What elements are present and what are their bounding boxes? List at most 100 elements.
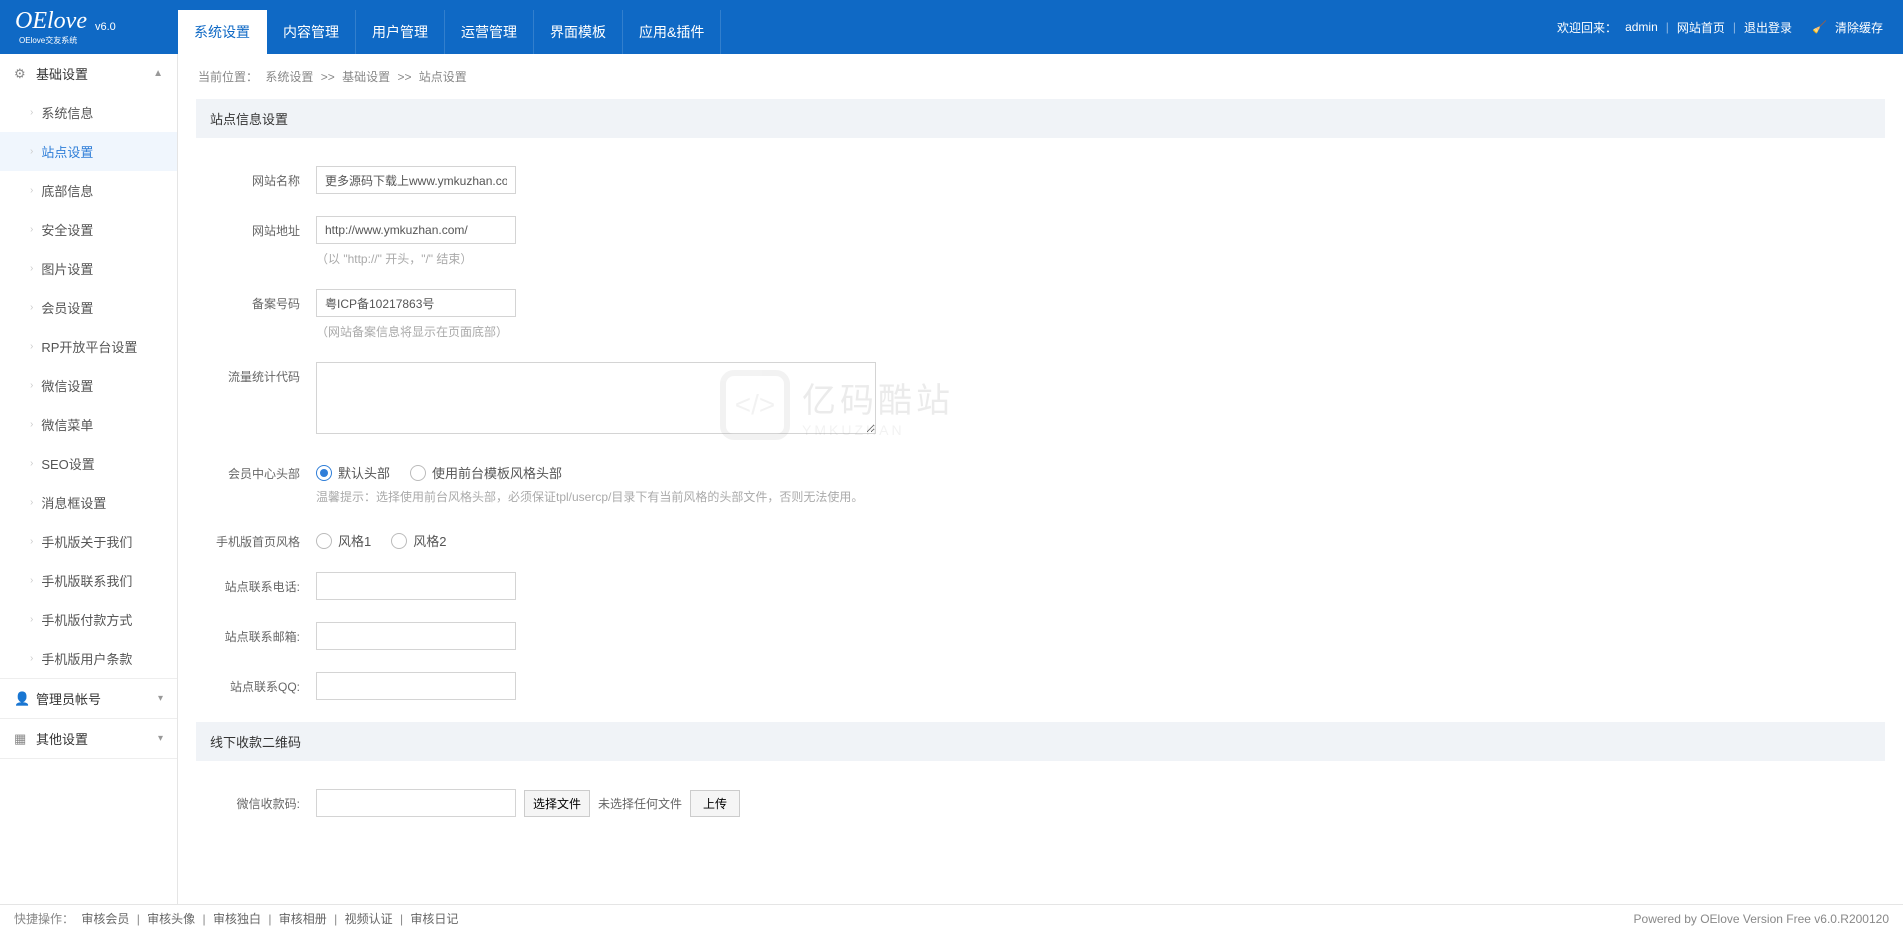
sidebar-item-rp-platform[interactable]: ›RP开放平台设置 [0,327,177,366]
footer-link-audit-album[interactable]: 审核相册 [279,912,327,926]
footer-link-audit-member[interactable]: 审核会员 [81,912,129,926]
side-group-label: 基础设置 [36,64,88,83]
chevron-right-icon: › [30,107,33,118]
sidebar-item-mobile-payment[interactable]: ›手机版付款方式 [0,600,177,639]
radio-icon [316,533,332,549]
footer-link-video-cert[interactable]: 视频认证 [345,912,393,926]
sidebar-item-wechat[interactable]: ›微信设置 [0,366,177,405]
label-mobile-style: 手机版首页风格 [196,527,316,550]
logout-link[interactable]: 退出登录 [1744,19,1792,36]
radio-icon [316,465,332,481]
sidebar-item-msgbox[interactable]: ›消息框设置 [0,483,177,522]
phone-input[interactable] [316,572,516,600]
label-member-head: 会员中心头部 [196,459,316,482]
main-content: 当前位置： 系统设置 >> 基础设置 >> 站点设置 站点信息设置 网站名称 网… [178,54,1903,904]
tab-user-mgmt[interactable]: 用户管理 [356,10,445,54]
user-icon: 👤 [14,691,28,707]
chevron-right-icon: › [30,263,33,274]
chevron-right-icon: › [30,341,33,352]
sidebar-item-footer-info[interactable]: ›底部信息 [0,171,177,210]
side-group-admin[interactable]: 👤 管理员帐号 ▾ [0,679,177,718]
logo: OElove OElove交友系统 v6.0 [0,8,178,46]
label-wechat-pay: 微信收款码: [196,789,316,812]
logo-text: OElove [15,8,87,34]
version-label: v6.0 [95,21,116,33]
chevron-right-icon: › [30,497,33,508]
chevron-right-icon: › [30,302,33,313]
breadcrumb: 当前位置： 系统设置 >> 基础设置 >> 站点设置 [196,54,1885,99]
footer-prefix: 快捷操作： [14,912,74,926]
side-group-label: 管理员帐号 [36,689,101,708]
top-header: OElove OElove交友系统 v6.0 系统设置 内容管理 用户管理 运营… [0,0,1903,54]
chevron-right-icon: › [30,458,33,469]
home-link[interactable]: 网站首页 [1677,19,1725,36]
side-group-other[interactable]: ▦ 其他设置 ▾ [0,719,177,758]
label-stats: 流量统计代码 [196,362,316,385]
clear-cache-link[interactable]: 清除缓存 [1835,19,1883,36]
chevron-right-icon: › [30,536,33,547]
tab-apps-plugins[interactable]: 应用&插件 [623,10,721,54]
upload-button[interactable]: 上传 [690,790,740,817]
tab-operations[interactable]: 运营管理 [445,10,534,54]
main-nav: 系统设置 内容管理 用户管理 运营管理 界面模板 应用&插件 [178,0,721,54]
sidebar-item-mobile-about[interactable]: ›手机版关于我们 [0,522,177,561]
radio-style1[interactable]: 风格1 [316,531,371,550]
footer: 快捷操作： 审核会员 | 审核头像 | 审核独白 | 审核相册 | 视频认证 |… [0,904,1903,932]
hint-icp: （网站备案信息将显示在页面底部） [316,323,1885,340]
label-phone: 站点联系电话: [196,572,316,595]
chevron-right-icon: › [30,224,33,235]
sidebar-item-system-info[interactable]: ›系统信息 [0,93,177,132]
icp-input[interactable] [316,289,516,317]
welcome-text: 欢迎回来： [1557,19,1617,36]
header-right: 欢迎回来： admin | 网站首页 | 退出登录 🧹 清除缓存 [1557,19,1903,36]
chevron-right-icon: › [30,185,33,196]
sidebar-item-wechat-menu[interactable]: ›微信菜单 [0,405,177,444]
grid-icon: ▦ [14,731,28,747]
side-group-basic[interactable]: ⚙ 基础设置 ▲ [0,54,177,93]
sidebar-item-site-settings[interactable]: ›站点设置 [0,132,177,171]
radio-icon [391,533,407,549]
chevron-right-icon: › [30,575,33,586]
broom-icon: 🧹 [1812,20,1827,34]
sidebar-item-image[interactable]: ›图片设置 [0,249,177,288]
chevron-down-icon: ▾ [158,693,163,704]
chevron-right-icon: › [30,653,33,664]
wechat-pay-input[interactable] [316,789,516,817]
email-input[interactable] [316,622,516,650]
sidebar-item-member[interactable]: ›会员设置 [0,288,177,327]
file-status-text: 未选择任何文件 [598,795,682,812]
gear-icon: ⚙ [14,66,28,82]
tab-system-settings[interactable]: 系统设置 [178,10,267,54]
footer-link-audit-avatar[interactable]: 审核头像 [147,912,195,926]
label-site-name: 网站名称 [196,166,316,189]
chevron-right-icon: › [30,146,33,157]
chevron-up-icon: ▲ [153,68,163,79]
sidebar-item-mobile-terms[interactable]: ›手机版用户条款 [0,639,177,678]
tab-content-mgmt[interactable]: 内容管理 [267,10,356,54]
radio-default-head[interactable]: 默认头部 [316,463,390,482]
site-url-input[interactable] [316,216,516,244]
sidebar-item-security[interactable]: ›安全设置 [0,210,177,249]
label-qq: 站点联系QQ: [196,672,316,695]
admin-link[interactable]: admin [1625,20,1658,34]
footer-link-audit-diary[interactable]: 审核日记 [410,912,458,926]
section-qr-code: 线下收款二维码 [196,722,1885,761]
chevron-down-icon: ▾ [158,733,163,744]
footer-powered-by: Powered by OElove Version Free v6.0.R200… [1634,912,1889,926]
tab-templates[interactable]: 界面模板 [534,10,623,54]
stats-textarea[interactable] [316,362,876,434]
sidebar: ⚙ 基础设置 ▲ ›系统信息 ›站点设置 ›底部信息 ›安全设置 ›图片设置 ›… [0,54,178,904]
logo-subtitle: OElove交友系统 [19,35,87,46]
footer-link-audit-monolog[interactable]: 审核独白 [213,912,261,926]
choose-file-button[interactable]: 选择文件 [524,790,590,817]
site-name-input[interactable] [316,166,516,194]
radio-style2[interactable]: 风格2 [391,531,446,550]
side-group-label: 其他设置 [36,729,88,748]
hint-site-url: （以 "http://" 开头，"/" 结束） [316,250,1885,267]
sidebar-item-seo[interactable]: ›SEO设置 [0,444,177,483]
radio-icon [410,465,426,481]
qq-input[interactable] [316,672,516,700]
sidebar-item-mobile-contact[interactable]: ›手机版联系我们 [0,561,177,600]
label-email: 站点联系邮箱: [196,622,316,645]
radio-template-head[interactable]: 使用前台模板风格头部 [410,463,562,482]
